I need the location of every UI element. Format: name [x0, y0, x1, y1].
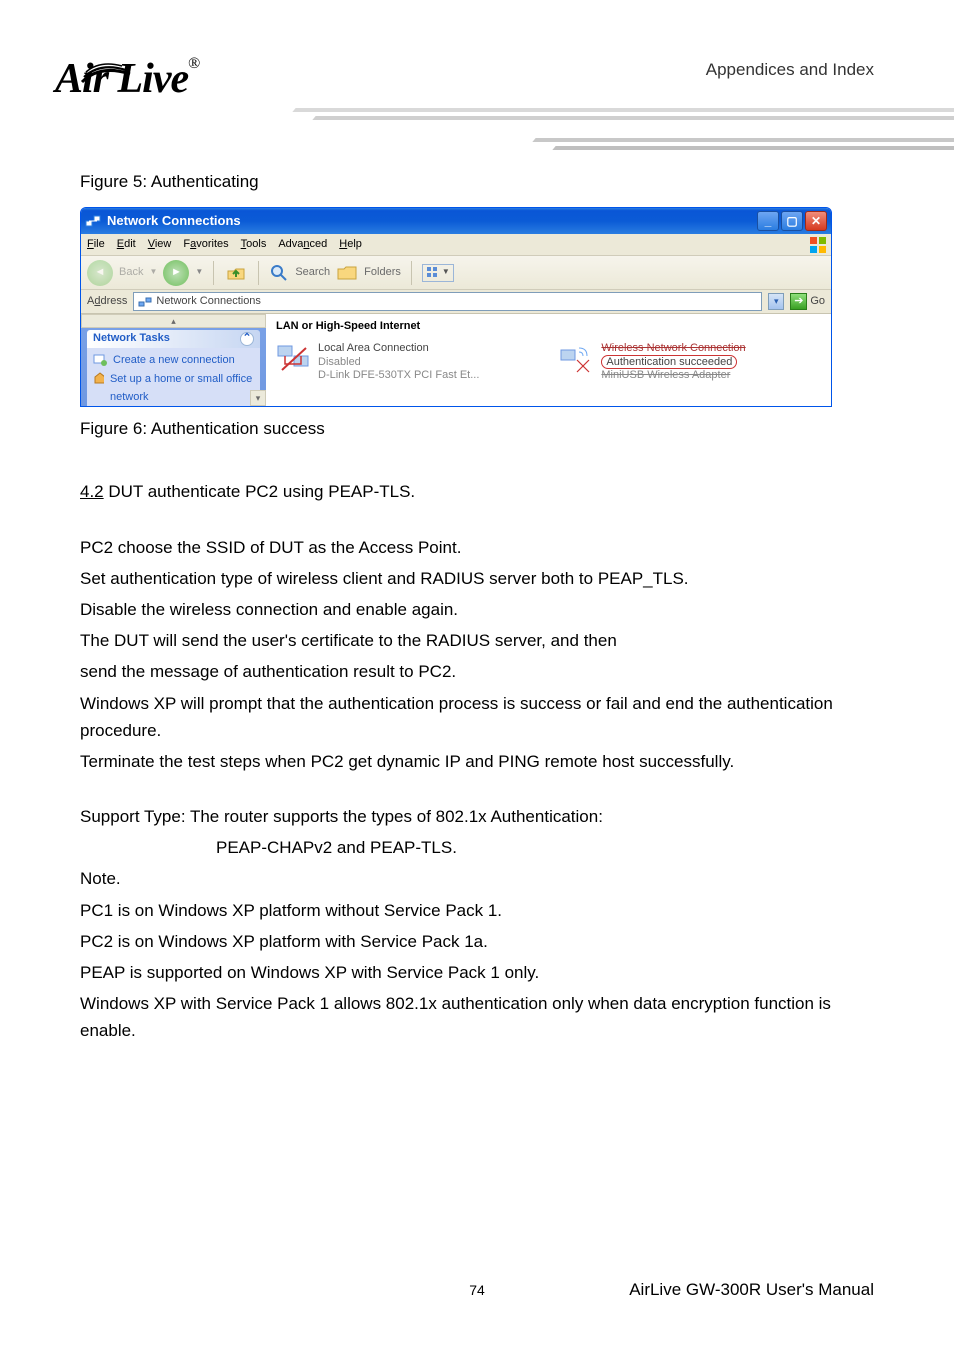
wifi-status: Authentication succeeded: [601, 355, 737, 369]
category-header: LAN or High-Speed Internet: [276, 318, 821, 336]
address-bar: Address Network Connections ▾ ➔ Go: [81, 290, 831, 314]
figure5-caption: Figure 5: Authenticating: [80, 168, 875, 195]
back-button[interactable]: ◄: [87, 260, 113, 286]
back-label: Back: [119, 264, 143, 282]
views-icon: [426, 266, 440, 280]
go-label: Go: [810, 293, 825, 311]
wifi-name: Wireless Network Connection: [601, 342, 745, 356]
home-network-icon: [93, 371, 104, 385]
addr-network-icon: [138, 295, 152, 309]
network-icon: [85, 213, 101, 229]
window-title: Network Connections: [107, 211, 241, 232]
go-button[interactable]: ➔ Go: [790, 293, 825, 311]
wireless-icon: [559, 342, 593, 376]
doc-title-footer: AirLive GW-300R User's Manual: [629, 1280, 874, 1300]
menu-help[interactable]: Help: [339, 236, 362, 254]
windows-flag-icon: [809, 236, 827, 254]
network-connections-window: Network Connections _ ▢ ✕ File Edit View…: [80, 207, 832, 407]
menu-favorites[interactable]: Favorites: [183, 236, 228, 254]
section-4-2-label: 4.2: [80, 482, 104, 501]
menu-advanced[interactable]: Advanced: [278, 236, 327, 254]
section-title: Appendices and Index: [706, 60, 874, 80]
menu-edit[interactable]: Edit: [117, 236, 136, 254]
tasks-sidebar: ▴ Network Tasks ⌃ Create a new connectio…: [81, 314, 266, 406]
lan-connection-item[interactable]: Local Area Connection Disabled D-Link DF…: [276, 342, 479, 383]
address-input[interactable]: Network Connections: [133, 292, 762, 311]
new-connection-icon: [93, 352, 107, 366]
brand-logo: Air Live®: [55, 55, 199, 103]
body-text: 4.2 DUT authenticate PC2 using PEAP-TLS.…: [80, 478, 875, 1044]
address-value: Network Connections: [156, 293, 261, 311]
menubar: File Edit View Favorites Tools Advanced …: [81, 234, 831, 256]
search-label[interactable]: Search: [295, 264, 330, 282]
maximize-button[interactable]: ▢: [781, 211, 803, 231]
minimize-button[interactable]: _: [757, 211, 779, 231]
task-create-new-connection[interactable]: Create a new connection: [93, 352, 254, 370]
collapse-icon[interactable]: ⌃: [240, 332, 254, 346]
go-arrow-icon: ➔: [790, 293, 807, 310]
lan-icon: [276, 342, 310, 376]
folders-label[interactable]: Folders: [364, 264, 401, 282]
header-stripes: [354, 90, 954, 150]
task-setup-network[interactable]: Set up a home or small office network: [93, 371, 254, 406]
tasks-header[interactable]: Network Tasks ⌃: [87, 330, 260, 348]
forward-button[interactable]: ►: [163, 260, 189, 286]
views-button[interactable]: ▼: [422, 264, 454, 282]
address-label: Address: [87, 293, 127, 311]
connections-pane: LAN or High-Speed Internet Local Area Co…: [266, 314, 831, 406]
figure6-caption: Figure 6: Authentication success: [80, 415, 875, 442]
search-icon[interactable]: [269, 263, 289, 283]
toolbar: ◄ Back ▼ ► ▼ Search Folders ▼: [81, 256, 831, 290]
scroll-up-button[interactable]: ▴: [81, 314, 266, 328]
lan-status: Disabled: [318, 356, 479, 370]
up-folder-icon[interactable]: [224, 261, 248, 285]
lan-device: D-Link DFE-530TX PCI Fast Et...: [318, 369, 479, 383]
close-button[interactable]: ✕: [805, 211, 827, 231]
menu-view[interactable]: View: [148, 236, 172, 254]
scroll-down-button[interactable]: ▾: [250, 390, 266, 406]
page-number: 74: [469, 1282, 485, 1298]
folders-icon[interactable]: [336, 263, 358, 283]
lan-name: Local Area Connection: [318, 342, 479, 356]
menu-file[interactable]: File: [87, 236, 105, 254]
window-titlebar[interactable]: Network Connections _ ▢ ✕: [81, 208, 831, 234]
wireless-connection-item[interactable]: Wireless Network Connection Authenticati…: [559, 342, 745, 383]
menu-tools[interactable]: Tools: [241, 236, 267, 254]
wifi-device: MiniUSB Wireless Adapter: [601, 369, 745, 383]
address-dropdown[interactable]: ▾: [768, 293, 784, 310]
